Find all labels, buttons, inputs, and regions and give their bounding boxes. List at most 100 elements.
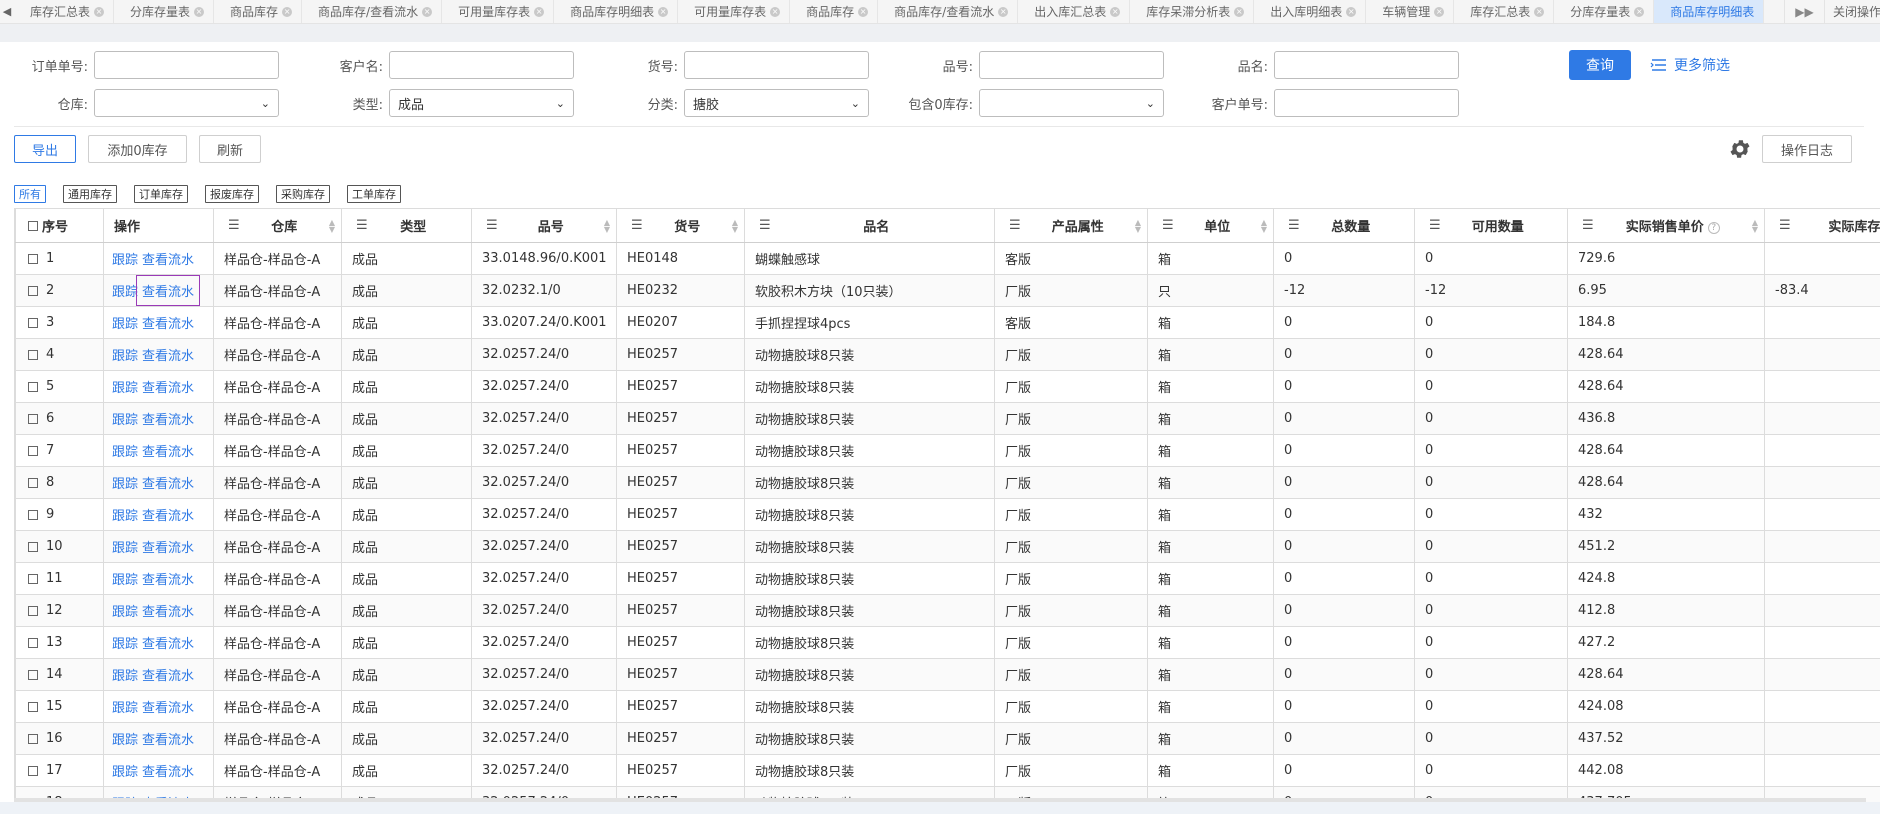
item-no-input[interactable] (979, 51, 1164, 79)
close-icon[interactable]: × (534, 6, 545, 17)
stock-tab-2[interactable]: 订单库存 (134, 185, 188, 203)
export-button[interactable]: 导出 (14, 135, 76, 163)
column-menu-icon[interactable]: ☰ (759, 218, 771, 233)
column-menu-icon[interactable]: ☰ (1288, 218, 1300, 233)
col-attr[interactable]: ☰ 产品属性 ▲ ▼ (994, 208, 1148, 243)
track-link[interactable]: 跟踪 (112, 285, 138, 300)
row-checkbox[interactable] (28, 765, 38, 776)
view-flow-link[interactable]: 查看流水 (142, 537, 194, 556)
row-checkbox[interactable] (28, 253, 38, 264)
goods-no-input[interactable] (684, 51, 869, 79)
column-menu-icon[interactable]: ☰ (228, 218, 240, 233)
row-checkbox[interactable] (28, 381, 38, 392)
add-zero-stock-button[interactable]: 添加0库存 (88, 135, 187, 163)
col-goods-no[interactable]: ☰ 货号 ▲ ▼ (616, 208, 745, 243)
track-link[interactable]: 跟踪 (112, 605, 138, 620)
close-icon[interactable]: × (1234, 6, 1245, 17)
track-link[interactable]: 跟踪 (112, 765, 138, 780)
column-menu-icon[interactable]: ☰ (1429, 218, 1441, 233)
view-flow-link[interactable]: 查看流水 (142, 249, 194, 268)
view-flow-link[interactable]: 查看流水 (142, 409, 194, 428)
column-menu-icon[interactable]: ☰ (631, 218, 643, 233)
close-icon[interactable]: × (998, 6, 1009, 17)
track-link[interactable]: 跟踪 (112, 381, 138, 396)
row-checkbox[interactable] (28, 349, 38, 360)
column-menu-icon[interactable]: ☰ (1582, 218, 1594, 233)
tab-14[interactable]: 分库存量表 × (1554, 0, 1655, 23)
view-flow-link[interactable]: 查看流水 (142, 377, 194, 396)
close-icon[interactable]: × (422, 6, 433, 17)
warehouse-select[interactable]: ⌄ (94, 89, 279, 117)
view-flow-link[interactable]: 查看流水 (136, 275, 201, 306)
col-warehouse[interactable]: ☰ 仓库 ▲ ▼ (213, 208, 342, 243)
close-icon[interactable]: × (1346, 6, 1357, 17)
tab-8[interactable]: 商品库存/查看流水 × (878, 0, 1019, 23)
column-menu-icon[interactable]: ☰ (1162, 218, 1174, 233)
row-checkbox[interactable] (28, 317, 38, 328)
track-link[interactable]: 跟踪 (112, 509, 138, 524)
track-link[interactable]: 跟踪 (112, 637, 138, 652)
column-menu-icon[interactable]: ☰ (1009, 218, 1021, 233)
row-checkbox[interactable] (28, 733, 38, 744)
tab-15[interactable]: 商品库存明细表 (1654, 0, 1765, 23)
close-icon[interactable]: × (94, 6, 105, 17)
view-flow-link[interactable]: 查看流水 (142, 441, 194, 460)
close-icon[interactable]: × (658, 6, 669, 17)
sort-icon[interactable]: ▲ ▼ (1752, 218, 1758, 233)
stock-tab-0[interactable]: 所有 (14, 185, 46, 203)
row-checkbox[interactable] (28, 573, 38, 584)
close-icon[interactable]: × (1110, 6, 1121, 17)
close-icon[interactable]: × (1634, 6, 1645, 17)
tab-6[interactable]: 可用量库存表 × (678, 0, 791, 23)
track-link[interactable]: 跟踪 (112, 349, 138, 364)
view-flow-link[interactable]: 查看流水 (142, 313, 194, 332)
view-flow-link[interactable]: 查看流水 (142, 761, 194, 780)
close-icon[interactable]: × (770, 6, 781, 17)
row-checkbox[interactable] (28, 541, 38, 552)
tab-0[interactable]: 库存汇总表 × (14, 0, 115, 23)
row-checkbox[interactable] (28, 669, 38, 680)
type-select[interactable]: 成品 ⌄ (389, 89, 574, 117)
help-icon[interactable]: ? (1707, 221, 1720, 234)
track-link[interactable]: 跟踪 (112, 669, 138, 684)
track-link[interactable]: 跟踪 (112, 541, 138, 556)
view-flow-link[interactable]: 查看流水 (142, 665, 194, 684)
more-filter-button[interactable]: 更多筛选 (1650, 50, 1730, 80)
tab-12[interactable]: 车辆管理 × (1366, 0, 1455, 23)
track-link[interactable]: 跟踪 (112, 733, 138, 748)
view-flow-link[interactable]: 查看流水 (142, 633, 194, 652)
col-type[interactable]: ☰类型▲▼ (341, 208, 472, 243)
stock-tab-4[interactable]: 采购库存 (276, 185, 330, 203)
category-select[interactable]: 搪胶 ⌄ (684, 89, 869, 117)
close-icon[interactable]: × (194, 6, 205, 17)
tab-3[interactable]: 商品库存/查看流水 × (302, 0, 443, 23)
col-extra[interactable]: ☰ 实际库存 (1764, 208, 1880, 243)
view-flow-link[interactable]: 查看流水 (142, 697, 194, 716)
track-link[interactable]: 跟踪 (112, 477, 138, 492)
row-checkbox[interactable] (28, 605, 38, 616)
col-item-name[interactable]: ☰品名▲▼ (744, 208, 995, 243)
tab-back-icon[interactable]: ◀ (0, 0, 14, 23)
tab-9[interactable]: 出入库汇总表 × (1018, 0, 1131, 23)
tab-forward-icon[interactable]: ▶▶ (1784, 0, 1824, 23)
col-total[interactable]: ☰总数量▲▼ (1273, 208, 1415, 243)
row-checkbox[interactable] (28, 477, 38, 488)
view-flow-link[interactable]: 查看流水 (142, 601, 194, 620)
row-checkbox[interactable] (28, 285, 38, 296)
view-flow-link[interactable]: 查看流水 (142, 473, 194, 492)
view-flow-link[interactable]: 查看流水 (142, 345, 194, 364)
row-checkbox[interactable] (28, 637, 38, 648)
track-link[interactable]: 跟踪 (112, 317, 138, 332)
tab-5[interactable]: 商品库存明细表 × (554, 0, 679, 23)
sort-icon[interactable]: ▲ ▼ (329, 218, 335, 233)
refresh-button[interactable]: 刷新 (199, 135, 261, 163)
column-menu-icon[interactable]: ☰ (356, 218, 368, 233)
query-button[interactable]: 查询 (1569, 50, 1631, 80)
zero-stock-select[interactable]: ⌄ (979, 89, 1164, 117)
col-unit[interactable]: ☰ 单位 ▲ ▼ (1147, 208, 1274, 243)
close-icon[interactable]: × (1434, 6, 1445, 17)
track-link[interactable]: 跟踪 (112, 445, 138, 460)
stock-tab-3[interactable]: 报废库存 (205, 185, 259, 203)
row-checkbox[interactable] (28, 445, 38, 456)
row-checkbox[interactable] (28, 509, 38, 520)
